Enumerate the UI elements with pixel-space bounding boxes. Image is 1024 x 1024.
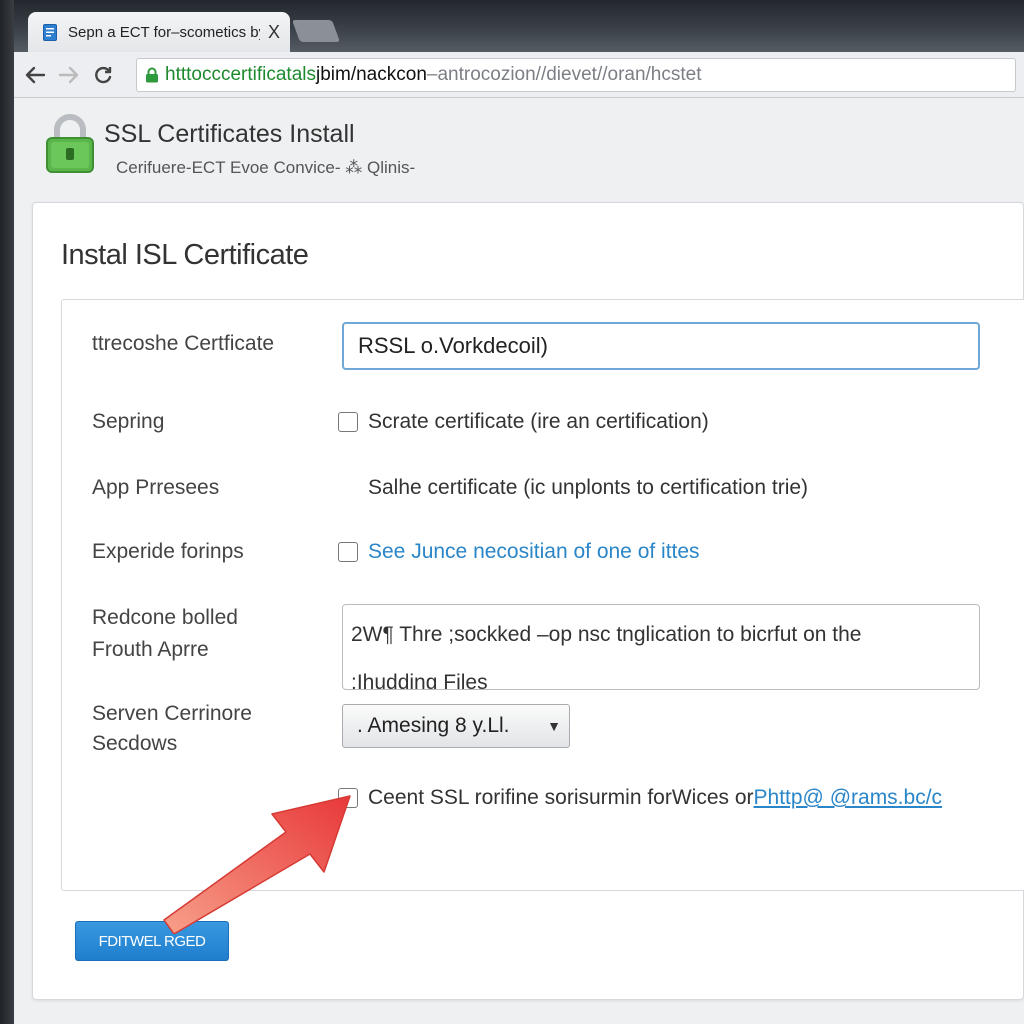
forward-arrow-icon[interactable] xyxy=(52,58,86,92)
site-header: SSL Certificates Install Cerifuere-ECT E… xyxy=(44,112,644,192)
app-label: App Prresees xyxy=(92,476,220,499)
caret-down-icon: ▼ xyxy=(547,718,561,734)
redcone-label-line2: Frouth Aprre xyxy=(92,638,209,661)
sepring-option[interactable]: Scrate certificate (ire an certification… xyxy=(338,406,709,438)
expire-checkbox[interactable] xyxy=(338,542,358,562)
app-option-label: Salhe certificate (ic unplonts to certif… xyxy=(368,476,809,499)
browser-tab[interactable]: Sepn a ECT for–scometics by X xyxy=(28,12,290,52)
screen-bezel xyxy=(0,0,14,1024)
install-form: ttrecoshe Certficate Sepring Scrate cert… xyxy=(61,299,1024,891)
padlock-logo-icon xyxy=(44,112,96,174)
sepring-checkbox[interactable] xyxy=(338,412,358,432)
site-subtitle: Cerifuere-ECT Evoe Convice- ⁂ Qlinis- xyxy=(116,158,416,177)
certificate-input[interactable] xyxy=(342,322,980,370)
page-content: SSL Certificates Install Cerifuere-ECT E… xyxy=(14,98,1024,1024)
site-title: SSL Certificates Install xyxy=(104,120,355,148)
reload-icon[interactable] xyxy=(86,58,120,92)
close-icon[interactable]: X xyxy=(268,22,280,43)
server-select[interactable]: . Amesing 8 y.Ll. ▼ xyxy=(342,704,570,748)
sepring-option-label: Scrate certificate (ire an certification… xyxy=(368,410,709,433)
app-option: Salhe certificate (ic unplonts to certif… xyxy=(368,472,808,504)
document-icon xyxy=(42,23,58,41)
server-label-line2: Secdows xyxy=(92,732,178,755)
details-textarea[interactable] xyxy=(342,604,980,690)
cent-option-link[interactable]: Phttp@ @rams.bc/c xyxy=(754,786,943,810)
back-arrow-icon[interactable] xyxy=(18,58,52,92)
url-path: –antrocozion//dievet//oran/hcstet xyxy=(426,64,702,85)
tab-title: Sepn a ECT for–scometics by xyxy=(68,23,260,41)
url-host: jbim/nackcon xyxy=(316,64,427,85)
sepring-label: Sepring xyxy=(92,410,165,433)
install-card: Instal ISL Certificate ttrecoshe Certfic… xyxy=(32,202,1024,1000)
expire-option[interactable]: See Junce necositian of one of ittes xyxy=(338,536,700,568)
cent-option[interactable]: Ceent SSL rorifine sorisurmin forWices o… xyxy=(338,782,942,814)
server-label-line1: Serven Cerrinore xyxy=(92,702,252,725)
browser-toolbar: htttocccertificatals jbim/nackcon –antroco… xyxy=(14,52,1024,98)
expire-label: Experide forinps xyxy=(92,540,244,563)
submit-button[interactable]: FDITWEL RGED xyxy=(75,921,229,961)
lock-icon xyxy=(145,67,159,83)
certificate-label: ttrecoshe Certficate xyxy=(92,332,275,355)
cent-checkbox[interactable] xyxy=(338,788,358,808)
browser-tab-strip: Sepn a ECT for–scometics by X xyxy=(14,0,1024,52)
expire-option-link[interactable]: See Junce necositian of one of ittes xyxy=(368,540,700,564)
server-select-value: . Amesing 8 y.Ll. xyxy=(357,714,510,737)
redcone-label-line1: Redcone bolled xyxy=(92,606,238,629)
cent-option-label: Ceent SSL rorifine sorisurmin forWices o… xyxy=(368,786,754,809)
address-bar[interactable]: htttocccertificatals jbim/nackcon –antroco… xyxy=(136,58,1016,92)
page-title: Instal ISL Certificate xyxy=(61,239,309,271)
url-scheme: htttocccertificatals xyxy=(165,64,316,85)
new-tab-button[interactable] xyxy=(291,20,341,42)
